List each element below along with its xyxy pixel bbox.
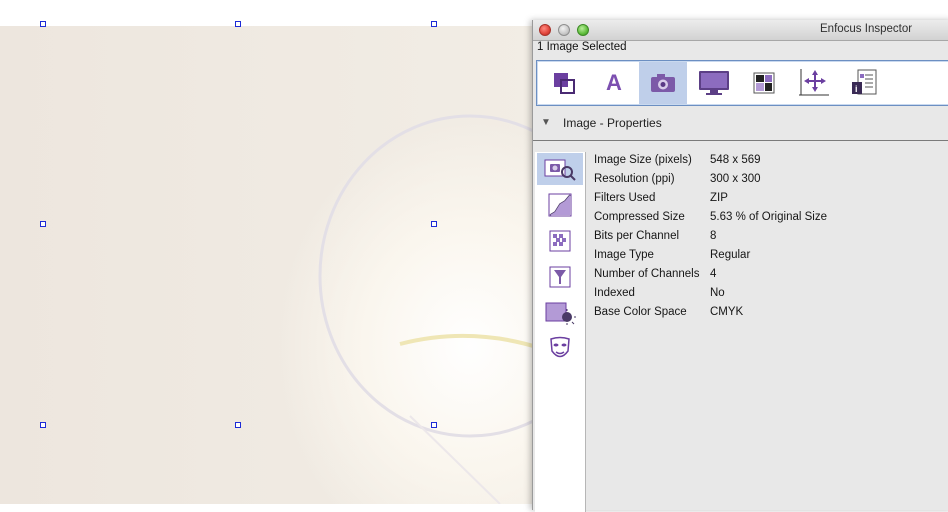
curve-icon: [548, 193, 572, 217]
close-window-button[interactable]: [539, 24, 551, 36]
property-value: 4: [710, 268, 717, 280]
property-value: 548 x 569: [710, 154, 761, 166]
property-value: No: [710, 287, 725, 299]
sidebar-item-image-properties[interactable]: [537, 153, 583, 185]
tab-image[interactable]: [639, 62, 687, 104]
section-title: Image - Properties: [563, 116, 662, 130]
window-titlebar[interactable]: Enfocus Inspector: [533, 20, 948, 41]
tab-document[interactable]: i: [840, 62, 888, 104]
property-label: Filters Used: [594, 192, 656, 204]
tab-output[interactable]: [690, 62, 738, 104]
selection-handle-middle-right[interactable]: [431, 221, 437, 227]
filter-funnel-icon: [549, 266, 571, 288]
property-label: Image Type: [594, 249, 654, 261]
selected-image[interactable]: [0, 26, 540, 504]
document-info-icon: i: [852, 69, 877, 95]
property-label: Compressed Size: [594, 211, 685, 223]
selection-handle-top-center[interactable]: [235, 21, 241, 27]
selection-handle-bottom-center[interactable]: [235, 422, 241, 428]
brightness-icon: [545, 302, 576, 325]
selection-handle-top-right[interactable]: [431, 21, 437, 27]
window-title: Enfocus Inspector: [820, 23, 913, 35]
monitor-icon: [699, 71, 729, 95]
sidebar-item-brightness[interactable]: [537, 297, 583, 329]
property-label: Bits per Channel: [594, 230, 680, 242]
camera-icon: [651, 74, 675, 92]
tab-color[interactable]: [740, 62, 788, 104]
tab-text[interactable]: A: [590, 62, 638, 104]
text-icon: A: [606, 70, 622, 95]
enfocus-inspector-window: Enfocus Inspector 1 Image Selected A i ▼…: [532, 20, 948, 512]
tab-objects[interactable]: [540, 62, 588, 104]
lightbulb-illustration: [318, 114, 540, 504]
property-label: Indexed: [594, 287, 635, 299]
zoom-window-button[interactable]: [577, 24, 589, 36]
property-value: ZIP: [710, 192, 728, 204]
property-label: Image Size (pixels): [594, 154, 692, 166]
tab-position[interactable]: [790, 62, 838, 104]
selection-handle-bottom-right[interactable]: [431, 422, 437, 428]
selection-handle-bottom-left[interactable]: [40, 422, 46, 428]
minimize-window-button[interactable]: [558, 24, 570, 36]
property-value: 5.63 % of Original Size: [710, 211, 827, 223]
svg-text:i: i: [855, 84, 858, 94]
sidebar-item-curves[interactable]: [537, 189, 583, 221]
selection-handle-top-left[interactable]: [40, 21, 46, 27]
move-axes-icon: [799, 69, 829, 96]
property-value: 8: [710, 230, 717, 242]
property-value: CMYK: [710, 306, 744, 318]
disclosure-triangle-icon[interactable]: ▼: [541, 117, 551, 128]
objects-icon: [554, 73, 575, 94]
sidebar-item-mask[interactable]: [537, 333, 583, 365]
property-value: 300 x 300: [710, 173, 761, 185]
inspector-tab-bar: A i: [536, 60, 948, 106]
property-category-sidebar: [535, 152, 586, 512]
selection-status: 1 Image Selected: [537, 41, 627, 53]
halftone-icon: [549, 230, 571, 252]
image-properties-icon: [544, 159, 576, 181]
property-label: Number of Channels: [594, 268, 700, 280]
sidebar-item-halftone[interactable]: [537, 225, 583, 257]
property-label: Resolution (ppi): [594, 173, 675, 185]
color-swatches-icon: [753, 72, 775, 94]
sidebar-item-filters[interactable]: [537, 261, 583, 293]
selection-handle-middle-left[interactable]: [40, 221, 46, 227]
properties-section-header[interactable]: ▼ Image - Properties: [533, 108, 948, 141]
property-label: Base Color Space: [594, 306, 687, 318]
mask-icon: [550, 336, 570, 358]
property-value: Regular: [710, 249, 751, 261]
